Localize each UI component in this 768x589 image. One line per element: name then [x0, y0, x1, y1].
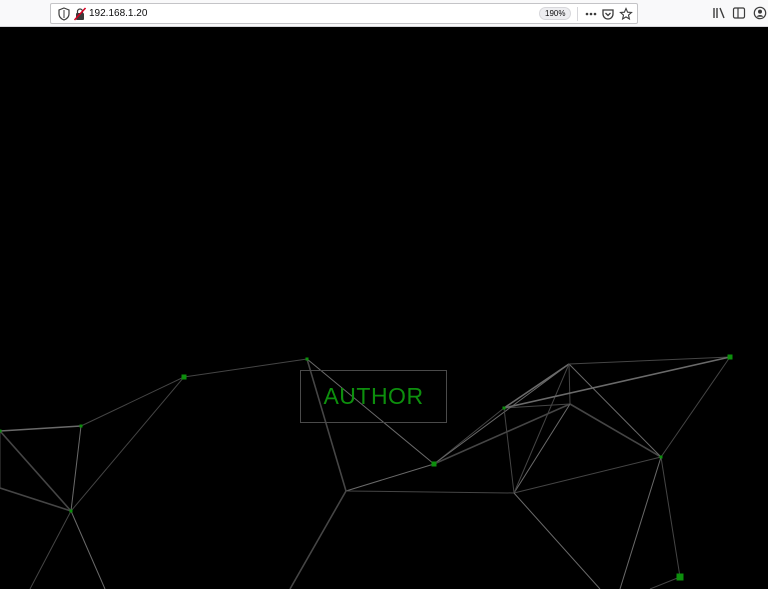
network-edge	[513, 492, 601, 589]
network-edge	[70, 510, 106, 589]
network-edge	[80, 376, 185, 427]
network-edge	[289, 490, 347, 589]
network-node	[305, 357, 309, 361]
network-edge	[568, 363, 662, 458]
network-node	[0, 429, 2, 433]
bookmark-star-icon[interactable]	[619, 7, 633, 21]
network-edge	[513, 403, 571, 494]
network-node	[181, 374, 187, 380]
network-node	[79, 424, 83, 428]
network-edge	[619, 456, 662, 589]
network-edge	[660, 356, 731, 458]
network-edge	[503, 356, 731, 409]
network-edge	[70, 425, 82, 512]
insecure-lock-icon[interactable]	[74, 7, 86, 21]
browser-toolbar: 192.168.1.20 190%	[0, 0, 768, 27]
url-bar[interactable]: 192.168.1.20 190%	[50, 3, 638, 24]
network-edge	[345, 463, 435, 492]
network-node	[69, 509, 73, 513]
network-node	[676, 573, 684, 581]
network-edge	[183, 358, 308, 378]
library-icon[interactable]	[712, 6, 726, 20]
shield-icon[interactable]	[58, 7, 70, 21]
more-actions-icon[interactable]	[584, 7, 598, 21]
page-viewport: AUTHOR	[0, 27, 768, 589]
account-icon[interactable]	[753, 6, 767, 20]
network-node	[659, 455, 663, 459]
network-edge	[433, 403, 571, 465]
sidebar-icon[interactable]	[732, 6, 746, 20]
network-edge	[568, 363, 571, 405]
network-edge	[70, 376, 185, 512]
network-edge	[660, 456, 681, 578]
author-button[interactable]: AUTHOR	[300, 370, 447, 423]
url-text[interactable]: 192.168.1.20	[89, 7, 147, 21]
network-edge	[569, 403, 662, 458]
urlbar-divider	[577, 7, 578, 21]
particle-network-background	[0, 354, 733, 589]
network-node	[431, 461, 437, 467]
zoom-indicator[interactable]: 190%	[539, 7, 572, 20]
network-node	[727, 354, 733, 360]
network-edge	[513, 456, 662, 494]
network-edge	[0, 425, 82, 432]
network-edge	[649, 576, 681, 589]
network-edge	[29, 510, 72, 589]
pocket-icon[interactable]	[601, 7, 615, 21]
network-edge	[345, 490, 515, 494]
network-node	[502, 406, 506, 410]
network-edge	[503, 407, 515, 494]
